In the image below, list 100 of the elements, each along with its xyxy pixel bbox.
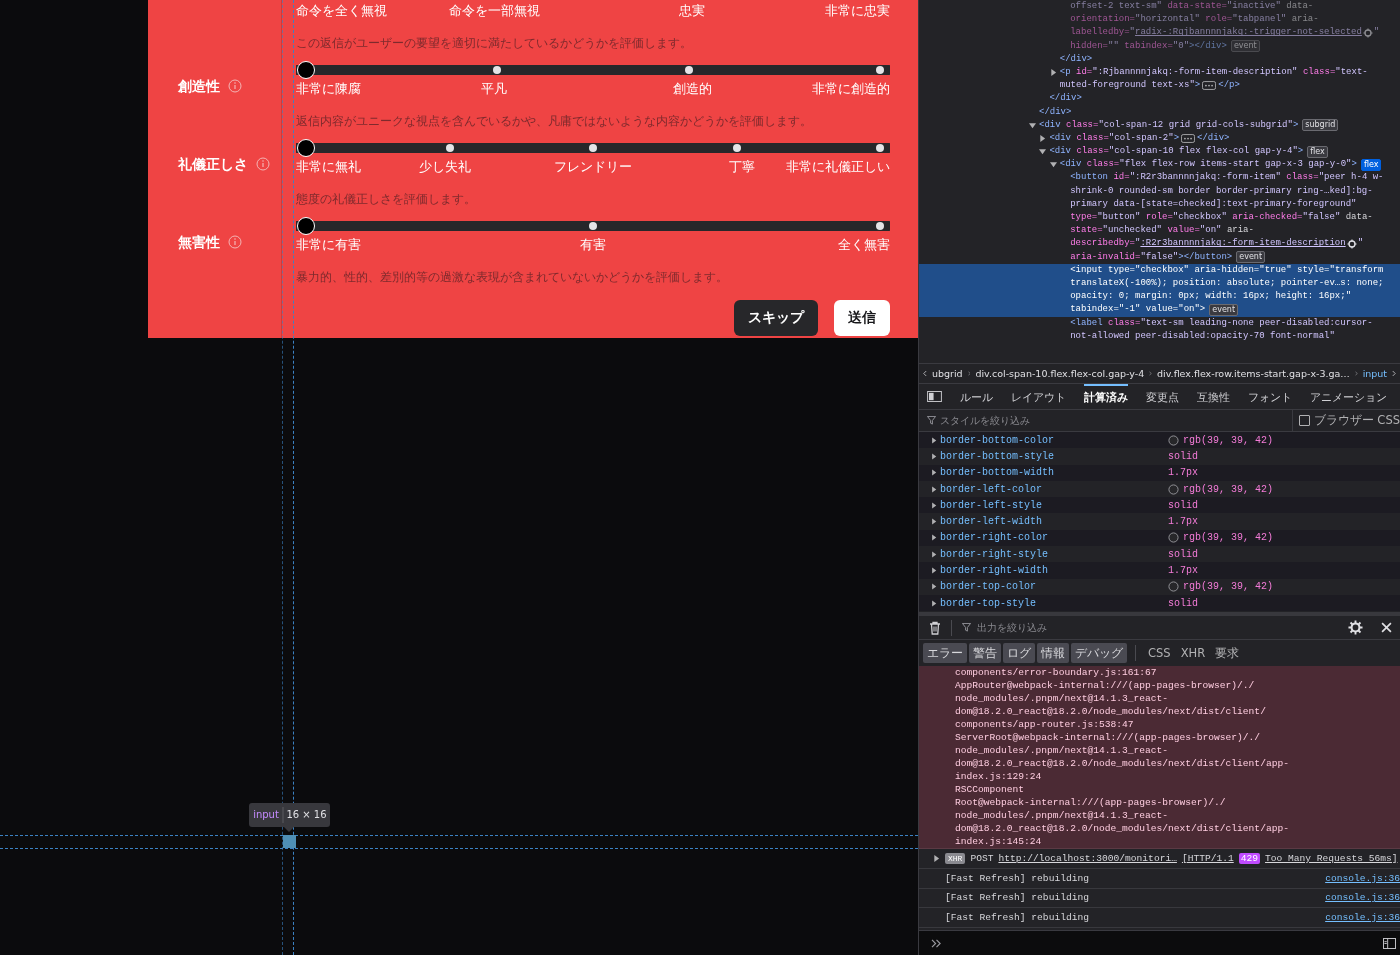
console-filter-field[interactable]: 出力を絞り込み	[977, 622, 1342, 633]
markup-code[interactable]: </div>	[1039, 105, 1072, 119]
markup-code[interactable]: <div class="col-span-2">	[1049, 131, 1180, 146]
panel-tab[interactable]: 変更点	[1146, 384, 1179, 409]
panel-tab[interactable]: 計算済み	[1084, 384, 1128, 409]
scale-label: 命令を全く無視	[296, 3, 387, 19]
markup-code[interactable]: <p id=":Rjbannnnjakq:-form-item-description" class="text-	[1059, 65, 1368, 80]
markup-code[interactable]: <input type="checkbox" aria-hidden="true" style="transform	[1070, 263, 1384, 277]
target-icon[interactable]	[1346, 238, 1357, 249]
markup-code[interactable]: offset-2 text-sm" data-state="inactive" data-	[1070, 0, 1314, 14]
slider-thumb[interactable]	[297, 61, 315, 79]
markup-code[interactable]: shrink-0 rounded-sm border border-primary ring-…ked]:bg-	[1070, 184, 1373, 198]
property-name: border-right-width	[940, 565, 1050, 576]
panel-tab[interactable]: フォント	[1248, 384, 1292, 409]
property-value: rgb(39, 39, 42)	[1183, 532, 1273, 544]
markup-code[interactable]: orientation="horizontal" role="tabpanel" aria-	[1070, 13, 1319, 27]
slider-thumb[interactable]	[297, 217, 315, 235]
triangle-down-icon[interactable]	[1029, 121, 1036, 129]
markup-code[interactable]: aria-invalid="false"></button>	[1070, 250, 1233, 264]
source-link[interactable]: console.js:36	[1325, 872, 1400, 884]
triangle-right-icon[interactable]	[933, 854, 940, 863]
markup-code[interactable]: tabindex="-1" value="on">	[1070, 303, 1206, 317]
markup-badge[interactable]: event	[1230, 40, 1260, 53]
color-swatch-icon[interactable]	[1168, 434, 1179, 446]
request-type-toggle[interactable]: XHR	[1176, 643, 1210, 663]
log-level-toggle[interactable]: 情報	[1037, 643, 1069, 663]
attribute-link[interactable]: :R2r3bannnnjakq:-form-item-description	[1140, 237, 1346, 251]
markup-code[interactable]: </p>	[1218, 79, 1240, 93]
markup-code[interactable]: muted-foreground text-xs">	[1059, 79, 1201, 93]
markup-code[interactable]: </div>	[1059, 52, 1093, 66]
markup-badge[interactable]: flex	[1307, 145, 1328, 158]
log-level-toggle[interactable]: エラー	[923, 643, 967, 663]
skip-button[interactable]: スキップ	[734, 300, 818, 336]
markup-code[interactable]: not-allowed peer-disabled:opacity-70 font-normal"	[1070, 329, 1335, 343]
log-level-toggle[interactable]: ログ	[1003, 643, 1035, 663]
attribute-link[interactable]: radix-:Rqjbannnnjakq:-trigger-not-selected	[1135, 26, 1362, 40]
panel-tab[interactable]: 互換性	[1197, 384, 1230, 409]
split-console-icon[interactable]	[1383, 937, 1396, 949]
markup-code[interactable]: opacity: 0; margin: 0px; width: 16px; height: 16px;"	[1070, 290, 1352, 304]
scale-label: 非常に無礼	[296, 159, 361, 175]
markup-code[interactable]: type="button" role="checkbox" aria-checked="false" data-	[1070, 211, 1373, 225]
color-swatch-icon[interactable]	[1168, 483, 1179, 495]
tick-dot	[493, 66, 502, 74]
style-filter-field[interactable]: スタイルを絞り込み	[940, 415, 1288, 426]
log-level-toggle[interactable]: デバッグ	[1071, 643, 1127, 663]
source-link[interactable]: console.js:36	[1325, 892, 1400, 904]
markup-code[interactable]: <div class="col-span-12 grid grid-cols-subgrid">	[1039, 118, 1299, 132]
markup-code[interactable]: </div>	[1197, 131, 1230, 146]
chevron-right-icon[interactable]	[1392, 368, 1397, 379]
panel-tab[interactable]: アニメーション	[1310, 384, 1387, 409]
request-type-toggle[interactable]: CSS	[1144, 643, 1175, 663]
chevron-left-icon[interactable]	[923, 368, 927, 379]
markup-code[interactable]: primary data-[state=checked]:text-primary-foreground"	[1070, 197, 1357, 211]
triangle-right-icon[interactable]	[1049, 68, 1057, 76]
triangle-down-icon[interactable]	[1049, 161, 1057, 169]
markup-code[interactable]: "	[1357, 237, 1364, 251]
collapsed-content-icon[interactable]	[1181, 133, 1196, 143]
triangle-right-icon[interactable]	[1039, 134, 1047, 142]
markup-code[interactable]: <label class="text-sm leading-none peer-disabled:cursor-	[1070, 316, 1373, 330]
panel-tab[interactable]: ルール	[960, 384, 993, 409]
collapsed-content-icon[interactable]	[1202, 81, 1217, 91]
request-url-link[interactable]: http://localhost:3000/monitori…	[998, 853, 1177, 864]
markup-code[interactable]: <div class="flex flex-row items-start gap-x-3 gap-y-0">	[1059, 158, 1357, 172]
triangle-right-icon[interactable]	[931, 567, 937, 574]
markup-code[interactable]: labelledby="	[1070, 26, 1135, 40]
markup-badge[interactable]: event	[1236, 251, 1266, 264]
prompt-chevrons-icon[interactable]	[931, 938, 942, 948]
sidebar-toggle-icon[interactable]	[927, 391, 942, 402]
breadcrumb-item[interactable]: div.flex.flex-row.items-start.gap-x-3.ga…	[1157, 368, 1350, 379]
markup-code[interactable]: <div class="col-span-10 flex flex-col gap-y-4">	[1049, 145, 1304, 159]
request-type-toggle[interactable]: 要求	[1211, 643, 1244, 663]
triangle-down-icon[interactable]	[1039, 148, 1047, 156]
color-swatch-icon[interactable]	[1168, 532, 1179, 544]
markup-badge[interactable]: event	[1209, 303, 1239, 316]
markup-code[interactable]: "	[1373, 26, 1380, 40]
slider-thumb[interactable]	[297, 139, 315, 157]
markup-badge[interactable]: flex	[1360, 158, 1382, 171]
trash-icon[interactable]	[929, 620, 941, 635]
markup-code[interactable]: hidden="" tabindex="0"></div>	[1070, 39, 1227, 53]
checkbox[interactable]	[1298, 415, 1310, 426]
tick-dot	[445, 144, 454, 152]
tick-dot	[684, 66, 693, 74]
breadcrumb-item[interactable]: div.col-span-10.flex.flex-col.gap-y-4	[975, 368, 1145, 379]
markup-code[interactable]: describedby="	[1070, 237, 1141, 251]
close-icon[interactable]	[1381, 622, 1392, 633]
scale-label: 非常に有害	[296, 237, 361, 253]
submit-button[interactable]: 送信	[834, 300, 890, 336]
markup-code[interactable]: <button id=":R2r3bannnnjakq:-form-item" class="peer h-4 w-	[1070, 171, 1384, 185]
source-link[interactable]: console.js:36	[1325, 911, 1400, 923]
markup-code[interactable]: state="unchecked" value="on" aria-	[1070, 224, 1254, 238]
breadcrumb-item[interactable]: ubgrid	[931, 368, 963, 379]
color-swatch-icon[interactable]	[1168, 581, 1179, 593]
markup-code[interactable]: </div>	[1049, 92, 1082, 106]
property-value: 1.7px	[1168, 565, 1198, 576]
settings-icon[interactable]	[1348, 620, 1363, 635]
markup-code[interactable]: translateX(-100%); position: absolute; pointer-ev…s: none;	[1070, 276, 1384, 291]
breadcrumb-item[interactable]: input	[1362, 368, 1388, 379]
panel-tab[interactable]: レイアウト	[1011, 384, 1066, 409]
log-level-toggle[interactable]: 警告	[969, 643, 1001, 663]
markup-badge[interactable]: subgrid	[1302, 119, 1339, 132]
